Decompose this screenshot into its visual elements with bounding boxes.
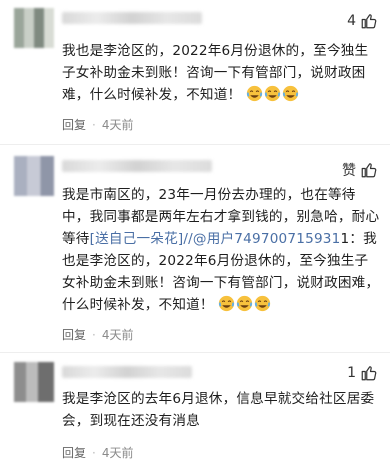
like-count: 1 bbox=[347, 365, 356, 381]
reply-button[interactable]: 回复 bbox=[62, 444, 86, 461]
crying-laughing-emoji-icon bbox=[246, 85, 263, 102]
thumbs-up-icon[interactable] bbox=[360, 364, 378, 382]
avatar[interactable] bbox=[14, 156, 54, 196]
comment-time: 4天前 bbox=[101, 118, 134, 132]
like-label: 赞 bbox=[342, 163, 356, 179]
comment-time: 4天前 bbox=[101, 446, 134, 460]
comment-meta: 回复 · 4天前 bbox=[62, 444, 134, 461]
like-button[interactable]: 1 bbox=[347, 364, 378, 382]
comment-meta: 回复 · 4天前 bbox=[62, 326, 134, 343]
like-button[interactable]: 赞 bbox=[342, 160, 378, 180]
thumbs-up-icon[interactable] bbox=[360, 161, 378, 179]
comment-text: 我是李沧区的去年6月退休，信息早就交给社区居委会，到现在还没有消息 bbox=[62, 391, 375, 429]
username[interactable] bbox=[62, 366, 192, 378]
username[interactable] bbox=[62, 160, 212, 172]
comment-text: 我是市南区的，23年一月份去办理的，也在等待中，我同事都是两年左右才拿到钱的，别… bbox=[62, 187, 380, 313]
comment-time: 4天前 bbox=[101, 328, 134, 342]
like-button[interactable]: 4 bbox=[347, 12, 378, 30]
crying-laughing-emoji-icon bbox=[237, 295, 253, 312]
username[interactable] bbox=[62, 12, 202, 24]
avatar[interactable] bbox=[14, 8, 54, 48]
reply-button[interactable]: 回复 bbox=[62, 326, 86, 343]
like-count: 4 bbox=[347, 13, 356, 29]
divider bbox=[0, 352, 390, 353]
divider bbox=[0, 144, 390, 145]
reply-button[interactable]: 回复 bbox=[62, 116, 86, 133]
crying-laughing-emoji-icon bbox=[219, 295, 235, 312]
crying-laughing-emoji-icon bbox=[282, 85, 299, 102]
avatar[interactable] bbox=[14, 362, 54, 402]
comment-meta: 回复 · 4天前 bbox=[62, 116, 134, 133]
comment-text: 我也是李沧区的，2022年6月份退休的，至今独生子女补助金未到账！咨询一下有管部… bbox=[62, 43, 369, 103]
crying-laughing-emoji-icon bbox=[264, 85, 281, 102]
crying-laughing-emoji-icon bbox=[255, 295, 271, 312]
mention-link[interactable]: [送自己一朵花]//@用户749700715931 bbox=[90, 231, 341, 247]
thumbs-up-icon[interactable] bbox=[360, 12, 378, 30]
